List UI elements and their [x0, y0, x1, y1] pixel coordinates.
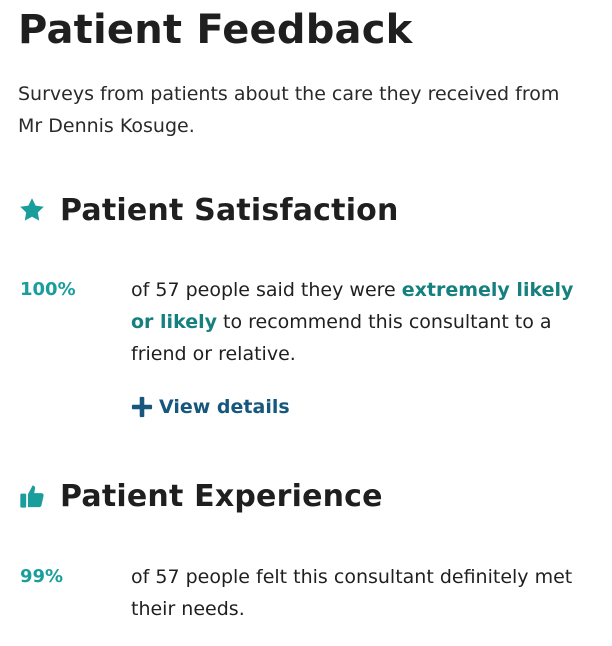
- plus-icon: [131, 396, 153, 418]
- page-title: Patient Feedback: [18, 7, 413, 53]
- page-intro: Surveys from patients about the care the…: [18, 83, 560, 137]
- satisfaction-description: of 57 people said they were extremely li…: [131, 274, 591, 370]
- patient-feedback-page: Patient Feedback Surveys from patients a…: [0, 0, 612, 646]
- experience-description: of 57 people felt this consultant defini…: [131, 566, 573, 620]
- experience-percent: 99%: [20, 566, 64, 587]
- view-details-label: View details: [159, 396, 290, 418]
- satisfaction-percent: 100%: [20, 279, 76, 300]
- satisfaction-heading: Patient Satisfaction: [18, 190, 399, 230]
- star-icon: [18, 196, 46, 224]
- satisfaction-text-before: of 57 people said they were: [131, 279, 402, 301]
- view-details-link[interactable]: View details: [131, 396, 290, 418]
- experience-heading-text: Patient Experience: [60, 478, 383, 514]
- satisfaction-heading-text: Patient Satisfaction: [60, 192, 399, 228]
- thumbs-up-icon: [18, 482, 46, 510]
- experience-heading: Patient Experience: [18, 476, 383, 516]
